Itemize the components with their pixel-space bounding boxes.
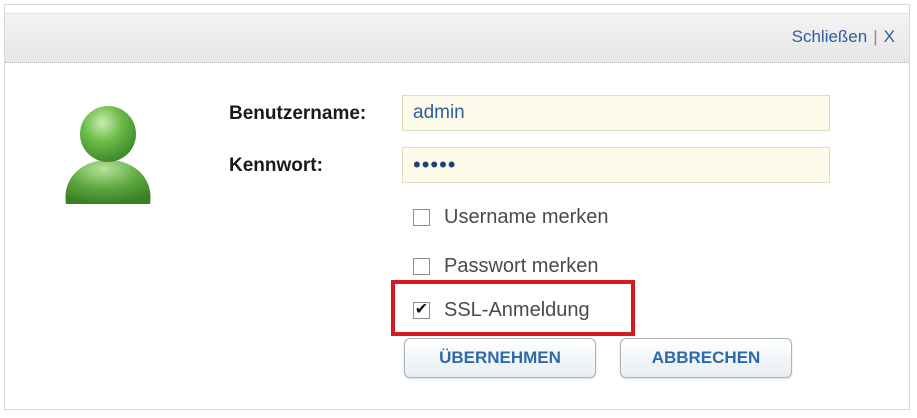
close-separator: | (873, 27, 878, 46)
remember-password-checkbox[interactable] (413, 257, 430, 275)
password-label: Kennwort: (229, 155, 323, 176)
cancel-button[interactable]: ABBRECHEN (620, 338, 792, 378)
user-avatar-icon (65, 106, 151, 204)
remember-username-label: Username merken (444, 205, 609, 228)
checkmark-icon: ✔ (414, 301, 429, 318)
dialog-header: Schließen | X (5, 13, 909, 63)
remember-username-option[interactable]: Username merken (413, 203, 609, 231)
close-link[interactable]: Schließen (792, 27, 868, 46)
close-controls: Schließen | X (792, 27, 895, 47)
remember-password-option[interactable]: Passwort merken (413, 252, 599, 280)
remember-password-label: Passwort merken (444, 254, 599, 277)
username-label: Benutzername: (229, 103, 367, 124)
ssl-login-option[interactable]: ✔ SSL-Anmeldung (413, 296, 590, 324)
password-input[interactable] (402, 147, 830, 183)
username-input[interactable] (402, 95, 830, 131)
close-x-button[interactable]: X (884, 27, 895, 46)
ssl-login-checkbox[interactable]: ✔ (413, 301, 430, 319)
ssl-login-label: SSL-Anmeldung (444, 298, 590, 321)
remember-username-checkbox[interactable] (413, 208, 430, 226)
apply-button[interactable]: ÜBERNEHMEN (404, 338, 596, 378)
